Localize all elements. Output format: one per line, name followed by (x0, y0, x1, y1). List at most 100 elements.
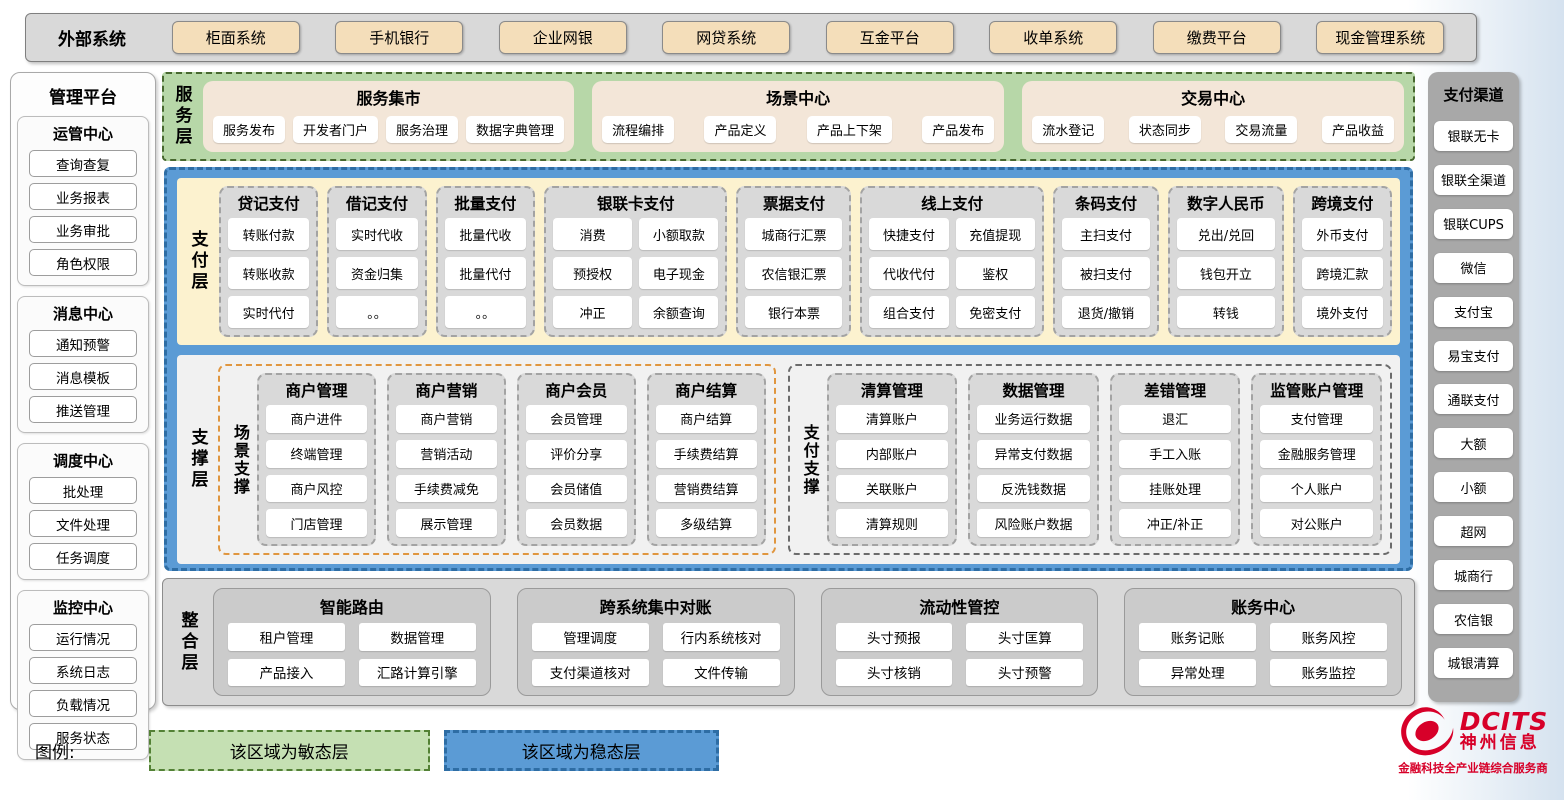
support-item-chip: 关联账户 (836, 475, 949, 503)
payment-channel-chip: 微信 (1434, 253, 1513, 283)
payment-item-chip: 转钱 (1177, 296, 1274, 328)
support-item-chip: 会员管理 (526, 405, 627, 433)
integration-panel-items: 租户管理数据管理产品接入汇路计算引擎 (228, 623, 476, 686)
payment-channels-title: 支付渠道 (1434, 84, 1513, 105)
management-item-chip: 任务调度 (29, 543, 137, 570)
payment-column: 批量支付批量代收批量代付。。 (436, 186, 535, 337)
payment-channel-chip: 支付宝 (1434, 297, 1513, 327)
management-item-chip: 通知预警 (29, 330, 137, 357)
integration-item-chip: 租户管理 (228, 623, 345, 651)
payment-column-title: 条码支付 (1062, 192, 1150, 214)
support-item-chip: 个人账户 (1260, 475, 1373, 503)
support-group-label: 场景支撑 (228, 373, 252, 546)
payment-column-items: 转账付款转账收款实时代付 (228, 218, 309, 328)
management-item-chip: 批处理 (29, 477, 137, 504)
support-column-title: 商户会员 (526, 379, 627, 401)
payment-column-title: 票据支付 (745, 192, 842, 214)
management-group-title: 消息中心 (18, 303, 148, 324)
support-column-items: 商户进件终端管理商户风控门店管理 (266, 405, 367, 537)
support-column-title: 差错管理 (1119, 379, 1232, 401)
payment-column-items: 快捷支付充值提现代收代付鉴权组合支付免密支付 (869, 218, 1034, 328)
management-item-chip: 运行情况 (29, 624, 137, 651)
legend-agile-layer: 该区域为敏态层 (149, 730, 430, 771)
payment-column: 银联卡支付消费小额取款预授权电子现金冲正余额查询 (544, 186, 727, 337)
integration-panel: 智能路由租户管理数据管理产品接入汇路计算引擎 (213, 588, 491, 696)
external-systems-label: 外部系统 (58, 25, 154, 50)
payment-column: 借记支付实时代收资金归集。。 (327, 186, 426, 337)
dcits-logo: DCITS 神州信息 金融科技全产业链综合服务商 (1385, 706, 1561, 776)
support-column-title: 数据管理 (977, 379, 1090, 401)
service-panel-items: 流程编排产品定义产品上下架产品发布 (602, 114, 994, 145)
service-item-chip: 产品定义 (704, 116, 776, 143)
service-item-chip: 服务治理 (386, 116, 458, 143)
external-systems-items: 柜面系统手机银行企业网银网贷系统互金平台收单系统缴费平台现金管理系统 (154, 21, 1462, 54)
payment-channel-chip: 银联全渠道 (1434, 165, 1513, 195)
legend: 图例: 该区域为敏态层 该区域为稳态层 (35, 730, 719, 771)
payment-item-chip: 钱包开立 (1177, 257, 1274, 289)
payment-channel-chip: 小额 (1434, 472, 1513, 502)
payment-column: 条码支付主扫支付被扫支付退货/撤销 (1053, 186, 1159, 337)
payment-channel-chip: 通联支付 (1434, 384, 1513, 414)
support-item-chip: 挂账处理 (1119, 475, 1232, 503)
payment-item-chip: 鉴权 (956, 257, 1035, 289)
service-layer-panels: 服务集市服务发布开发者门户服务治理数据字典管理场景中心流程编排产品定义产品上下架… (203, 81, 1404, 152)
payment-item-chip: 电子现金 (639, 257, 718, 289)
integration-item-chip: 数据管理 (359, 623, 476, 651)
payment-column-title: 线上支付 (869, 192, 1034, 214)
external-system-chip: 手机银行 (335, 21, 463, 54)
payment-column-title: 数字人民币 (1177, 192, 1274, 214)
support-item-chip: 业务运行数据 (977, 405, 1090, 433)
payment-column-title: 批量支付 (445, 192, 526, 214)
payment-item-chip: 银行本票 (745, 296, 842, 328)
management-platform-title: 管理平台 (11, 83, 155, 108)
service-layer-label: 服务层 (169, 81, 195, 152)
management-item-chip: 文件处理 (29, 510, 137, 537)
support-item-chip: 异常支付数据 (977, 440, 1090, 468)
support-column-items: 退汇手工入账挂账处理冲正/补正 (1119, 405, 1232, 537)
support-group-columns: 商户管理商户进件终端管理商户风控门店管理商户营销商户营销营销活动手续费减免展示管… (257, 373, 766, 546)
payment-channel-chip: 超网 (1434, 516, 1513, 546)
support-item-chip: 会员数据 (526, 509, 627, 537)
payment-column-title: 跨境支付 (1302, 192, 1383, 214)
payment-item-chip: 实时代收 (336, 218, 417, 250)
integration-item-chip: 头寸预警 (966, 659, 1083, 687)
payment-column-items: 批量代收批量代付。。 (445, 218, 526, 328)
external-system-chip: 企业网银 (499, 21, 627, 54)
integration-panel-title: 账务中心 (1139, 594, 1387, 618)
integration-panel-items: 账务记账账务风控异常处理账务监控 (1139, 623, 1387, 686)
payment-channel-chip: 城商行 (1434, 560, 1513, 590)
support-item-chip: 手续费结算 (656, 440, 757, 468)
dcits-brand: DCITS (1460, 709, 1548, 734)
payment-item-chip: 。。 (445, 296, 526, 328)
support-column: 商户营销商户营销营销活动手续费减免展示管理 (387, 373, 506, 546)
support-item-chip: 会员储值 (526, 475, 627, 503)
management-item-chip: 负载情况 (29, 690, 137, 717)
support-item-chip: 冲正/补正 (1119, 509, 1232, 537)
integration-item-chip: 账务监控 (1270, 659, 1387, 687)
support-group: 场景支撑商户管理商户进件终端管理商户风控门店管理商户营销商户营销营销活动手续费减… (218, 364, 776, 555)
integration-panel-items: 头寸预报头寸匡算头寸核销头寸预警 (836, 623, 1084, 686)
payment-column-title: 借记支付 (336, 192, 417, 214)
integration-panel: 流动性管控头寸预报头寸匡算头寸核销头寸预警 (821, 588, 1099, 696)
payment-item-chip: 主扫支付 (1062, 218, 1150, 250)
payment-column-title: 银联卡支付 (553, 192, 718, 214)
dcits-tagline: 金融科技全产业链综合服务商 (1385, 760, 1561, 776)
payment-item-chip: 批量代付 (445, 257, 526, 289)
support-column-title: 商户结算 (656, 379, 757, 401)
management-platform-groups: 运管中心查询查复业务报表业务审批角色权限消息中心通知预警消息模板推送管理调度中心… (11, 116, 155, 760)
support-group-label: 支付支撑 (798, 373, 822, 546)
service-panel-title: 服务集市 (213, 85, 564, 109)
service-item-chip: 数据字典管理 (466, 116, 564, 143)
support-item-chip: 门店管理 (266, 509, 367, 537)
support-item-chip: 清算账户 (836, 405, 949, 433)
service-item-chip: 流水登记 (1032, 116, 1104, 143)
integration-item-chip: 文件传输 (663, 659, 780, 687)
integration-panel-title: 智能路由 (228, 594, 476, 618)
support-column-items: 支付管理金融服务管理个人账户对公账户 (1260, 405, 1373, 537)
payment-item-chip: 兑出/兑回 (1177, 218, 1274, 250)
support-column-items: 商户营销营销活动手续费减免展示管理 (396, 405, 497, 537)
payment-architecture-diagram: 外部系统 柜面系统手机银行企业网银网贷系统互金平台收单系统缴费平台现金管理系统 … (0, 0, 1564, 800)
management-platform-sidebar: 管理平台 运管中心查询查复业务报表业务审批角色权限消息中心通知预警消息模板推送管… (10, 72, 156, 710)
service-panel: 场景中心流程编排产品定义产品上下架产品发布 (592, 81, 1004, 152)
payment-item-chip: 消费 (553, 218, 632, 250)
